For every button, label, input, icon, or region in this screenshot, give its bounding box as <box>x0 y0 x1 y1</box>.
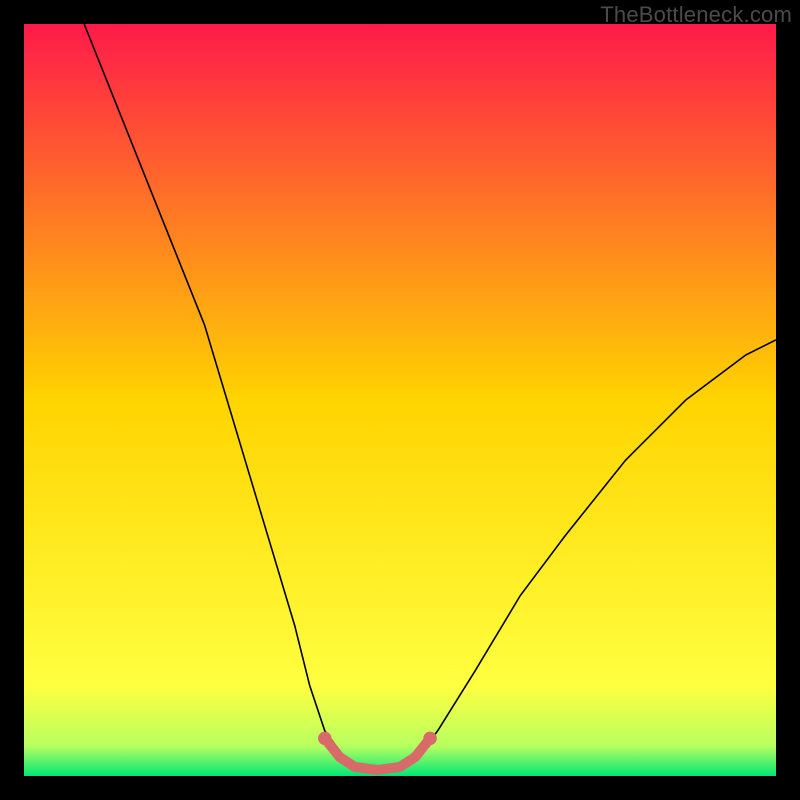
plot-area <box>24 24 776 776</box>
chart-svg <box>24 24 776 776</box>
chart-frame: TheBottleneck.com <box>0 0 800 800</box>
gradient-background <box>24 24 776 776</box>
